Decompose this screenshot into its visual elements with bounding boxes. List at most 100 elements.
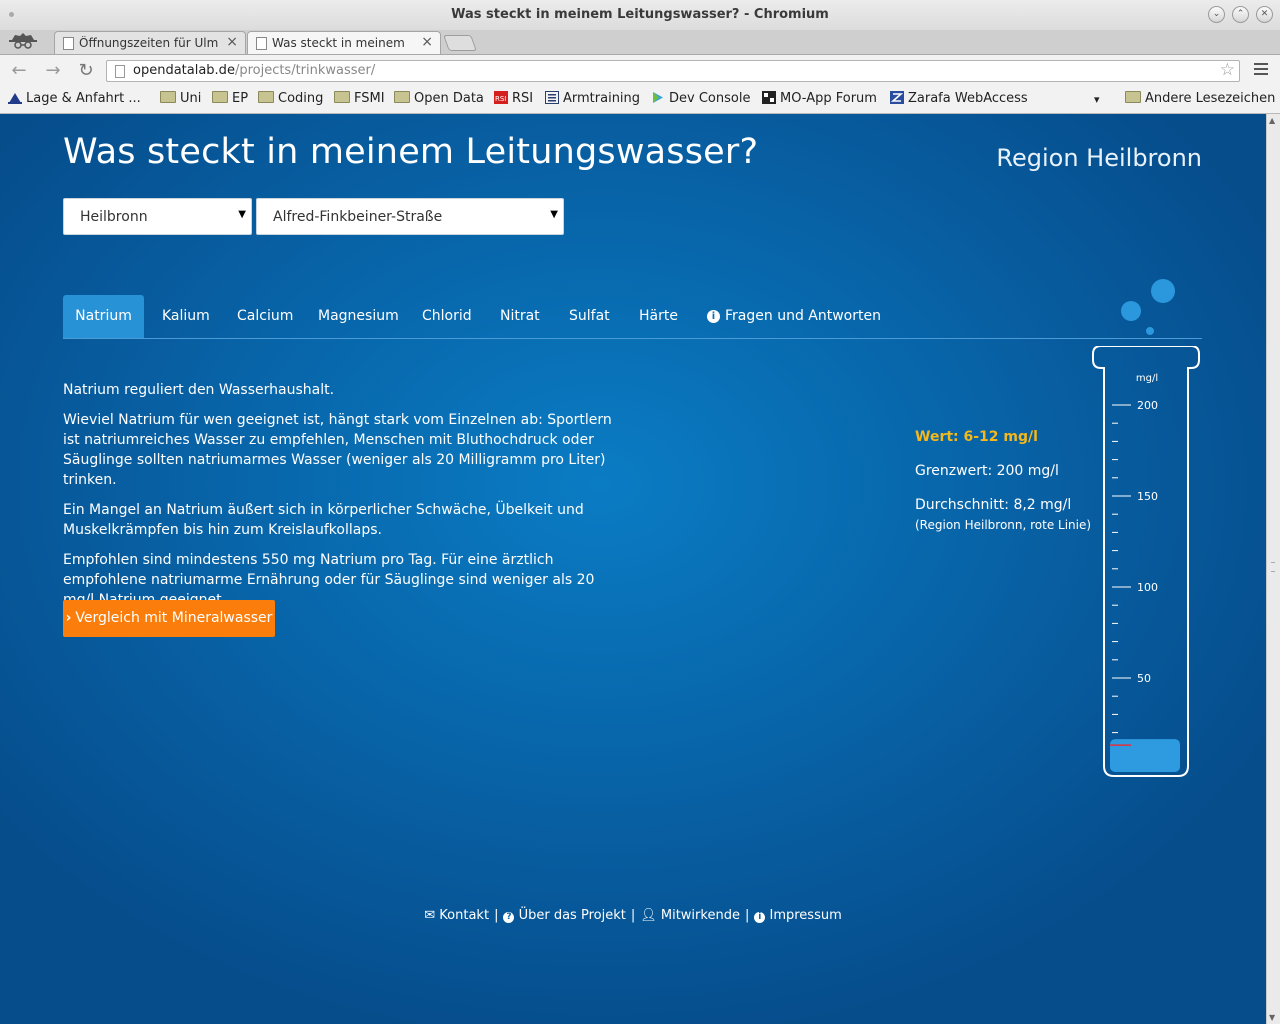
close-window-button[interactable]: ✕ [1256,6,1273,23]
play-store-icon [653,92,663,103]
footer-link-ueber[interactable]: ? Über das Projekt [503,908,626,923]
mineral-tabs: Natrium Kalium Calcium Magnesium Chlorid… [63,295,1202,339]
gauge-tick-label: 150 [1137,490,1158,503]
footer-links: ✉ Kontakt |? Über das Projekt | 👤︎ Mitwirke… [424,908,842,923]
description-text: Natrium reguliert den Wasserhaushalt. Wi… [63,380,623,620]
average-note: (Region Heilbronn, rote Linie) [915,518,1092,532]
browser-tab-trinkwasser[interactable]: Was steckt in meinem × [247,31,441,54]
reload-icon[interactable]: ↻ [75,60,97,82]
folder-icon [258,91,274,103]
bubble-decoration [1121,301,1141,321]
gauge-tick-label: 100 [1137,581,1158,594]
window-titlebar: Was steckt in meinem Leitungswasser? - C… [0,0,1280,30]
bookmark-item[interactable]: MO-App Forum [762,91,877,106]
envelope-icon: ✉ [424,908,436,923]
url-text[interactable]: opendatalab.de/projects/trinkwasser/ [133,63,375,78]
tab-nitrat[interactable]: Nitrat [500,295,540,338]
gauge-tick-label: 200 [1137,399,1158,412]
svg-text:RSI: RSI [495,95,506,103]
tab-close-icon[interactable]: × [421,34,433,50]
browser-toolbar: ← → ↻ opendatalab.de/projects/trinkwasse… [0,55,1280,88]
folder-icon [212,91,228,103]
folder-icon [160,91,176,103]
hamburger-menu-icon[interactable] [1254,63,1268,78]
bookmark-folder[interactable]: EP [212,91,248,106]
value-label: Wert: 6-12 mg/l [915,429,1038,445]
bubble-decoration [1146,327,1154,335]
page-icon [256,37,267,50]
user-icon: 👤︎ [640,908,657,923]
scrollbar-grip[interactable] [1271,562,1275,572]
browser-tab-label: Öffnungszeiten für Ulm [79,36,219,50]
footer-link-mitwirkende[interactable]: 👤︎ Mitwirkende [640,908,740,923]
browser-tab-label: Was steckt in meinem [272,36,405,50]
paragraph: Natrium reguliert den Wasserhaushalt. [63,382,335,398]
bookmark-folder[interactable]: Open Data [394,91,484,106]
page-title: Was steckt in meinem Leitungswasser? [63,132,759,172]
browser-tab-oeffnungszeiten[interactable]: Öffnungszeiten für Ulm × [54,31,246,54]
limit-label: Grenzwert: 200 mg/l [915,463,1059,479]
paragraph: Wieviel Natrium für wen geeignet ist, hä… [63,412,612,488]
new-tab-button[interactable] [443,35,477,51]
bookmark-folder[interactable]: Uni [160,91,201,106]
window-title: Was steckt in meinem Leitungswasser? - C… [451,7,829,22]
measuring-glass-gauge: mg/l 200 150 100 50 [1092,346,1200,777]
rsi-icon: RSI [494,91,508,104]
region-label: Region Heilbronn [996,144,1202,172]
minimize-button[interactable]: ⌄ [1208,6,1225,23]
bookmark-item[interactable]: Lage & Anfahrt ... [8,91,141,106]
average-label: Durchschnitt: 8,2 mg/l [915,497,1072,513]
question-icon: ? [503,912,515,923]
folder-icon [1125,91,1141,103]
tab-kalium[interactable]: Kalium [162,295,210,338]
bookmark-item[interactable]: Zarafa WebAccess [890,91,1028,106]
forum-icon [762,91,776,104]
bookmark-item[interactable]: Dev Console [651,91,750,106]
info-icon: i [707,310,720,323]
bookmark-item[interactable]: Armtraining [545,91,640,106]
bookmark-folder[interactable]: Coding [258,91,323,106]
tab-magnesium[interactable]: Magnesium [318,295,399,338]
tab-close-icon[interactable]: × [226,34,238,50]
bookmark-folder[interactable]: FSMI [334,91,385,106]
footer-link-kontakt[interactable]: ✉ Kontakt [424,908,489,923]
info-icon: i [754,912,766,923]
bookmark-star-icon[interactable]: ☆ [1220,60,1235,80]
city-select[interactable]: Heilbronn ▼ [63,198,252,235]
gauge-unit-label: mg/l [1136,373,1158,384]
folder-icon [394,91,410,103]
browser-tab-strip: Öffnungszeiten für Ulm × Was steckt in m… [0,30,1280,55]
footer-link-impressum[interactable]: i Impressum [754,908,842,923]
web-page: Was steckt in meinem Leitungswasser? Reg… [0,114,1266,1024]
tab-fragen-und-antworten[interactable]: i Fragen und Antworten [707,295,881,338]
chevron-right-icon: › [65,610,72,626]
scroll-up-arrow-icon[interactable]: ▲ [1269,116,1275,125]
other-bookmarks-folder[interactable]: Andere Lesezeichen [1125,91,1275,106]
caret-down-icon: ▼ [238,209,246,220]
street-select[interactable]: Alfred-Finkbeiner-Straße ▼ [256,198,564,235]
back-arrow-icon[interactable]: ← [8,60,30,82]
tab-chlorid[interactable]: Chlorid [422,295,472,338]
tab-calcium[interactable]: Calcium [237,295,293,338]
scroll-down-arrow-icon[interactable]: ▼ [1269,1013,1275,1022]
bookmark-item[interactable]: RSI RSI [494,91,533,106]
gauge-fill [1110,739,1180,772]
tab-haerte[interactable]: Härte [639,295,678,338]
list-icon [545,91,559,104]
tab-natrium[interactable]: Natrium [63,295,144,338]
address-bar[interactable]: opendatalab.de/projects/trinkwasser/ ☆ [106,60,1240,82]
map-pin-icon [8,93,22,104]
page-icon [115,65,125,78]
forward-arrow-icon[interactable]: → [42,60,64,82]
incognito-icon [9,33,37,49]
gauge-tick-label: 50 [1137,672,1151,685]
maximize-button[interactable]: ⌃ [1232,6,1249,23]
bubble-decoration [1151,279,1175,303]
zarafa-icon [890,91,904,104]
caret-down-icon: ▼ [550,209,558,220]
tab-sulfat[interactable]: Sulfat [569,295,610,338]
folder-icon [334,91,350,103]
bookmarks-overflow-chevron-icon[interactable]: ▾ [1094,93,1100,106]
page-scrollbar[interactable]: ▲ ▼ [1266,114,1280,1024]
compare-mineral-water-button[interactable]: › Vergleich mit Mineralwasser [63,600,275,637]
